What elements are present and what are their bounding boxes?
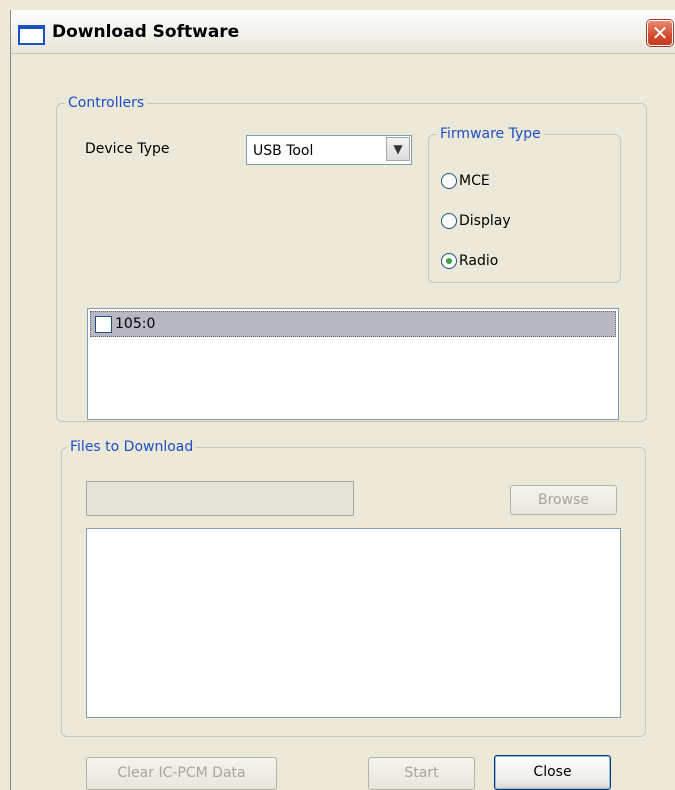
firmware-type-legend: Firmware Type — [437, 126, 544, 142]
firmware-type-group: Firmware Type MCE Display Radio — [428, 126, 621, 283]
chevron-down-icon[interactable]: ▼ — [386, 137, 410, 161]
radio-radio-button[interactable] — [441, 253, 457, 269]
close-icon[interactable]: ✕ — [647, 20, 673, 46]
device-type-select[interactable]: USB Tool ▼ — [246, 135, 412, 165]
list-item[interactable]: 105:0 — [90, 311, 616, 337]
radio-display-label: Display — [459, 213, 511, 229]
controller-list[interactable]: 105:0 — [87, 308, 619, 420]
list-item-checkbox[interactable] — [95, 316, 112, 333]
close-button[interactable]: Close — [494, 755, 611, 790]
files-list[interactable] — [86, 528, 621, 718]
window-title: Download Software — [52, 22, 240, 42]
browse-button[interactable]: Browse — [510, 485, 617, 515]
window-icon — [18, 25, 45, 45]
device-type-label: Device Type — [85, 141, 170, 157]
radio-mce-label: MCE — [459, 173, 490, 189]
close-button-label: Close — [533, 764, 572, 780]
browse-button-label: Browse — [538, 492, 589, 508]
start-button-label: Start — [404, 765, 439, 781]
start-button[interactable]: Start — [368, 757, 475, 790]
device-type-value: USB Tool — [253, 143, 314, 159]
controllers-legend: Controllers — [65, 95, 148, 111]
controllers-group: Controllers Device Type USB Tool ▼ Firmw… — [56, 95, 647, 422]
files-legend: Files to Download — [67, 439, 197, 455]
radio-mce-button[interactable] — [441, 173, 457, 189]
file-path-field[interactable] — [86, 481, 354, 516]
radio-display-button[interactable] — [441, 213, 457, 229]
radio-radio[interactable]: Radio — [441, 252, 561, 272]
radio-mce[interactable]: MCE — [441, 172, 561, 192]
list-item-label: 105:0 — [115, 316, 156, 332]
files-group: Files to Download Browse — [61, 439, 646, 737]
clear-button-label: Clear IC-PCM Data — [117, 765, 246, 781]
clear-ic-pcm-data-button[interactable]: Clear IC-PCM Data — [86, 757, 277, 790]
radio-radio-label: Radio — [459, 253, 499, 269]
radio-selected-dot — [446, 258, 452, 264]
radio-display[interactable]: Display — [441, 212, 561, 232]
title-bar: Download Software ✕ — [11, 10, 675, 54]
download-software-window: Download Software ✕ Controllers Device T… — [10, 10, 675, 790]
